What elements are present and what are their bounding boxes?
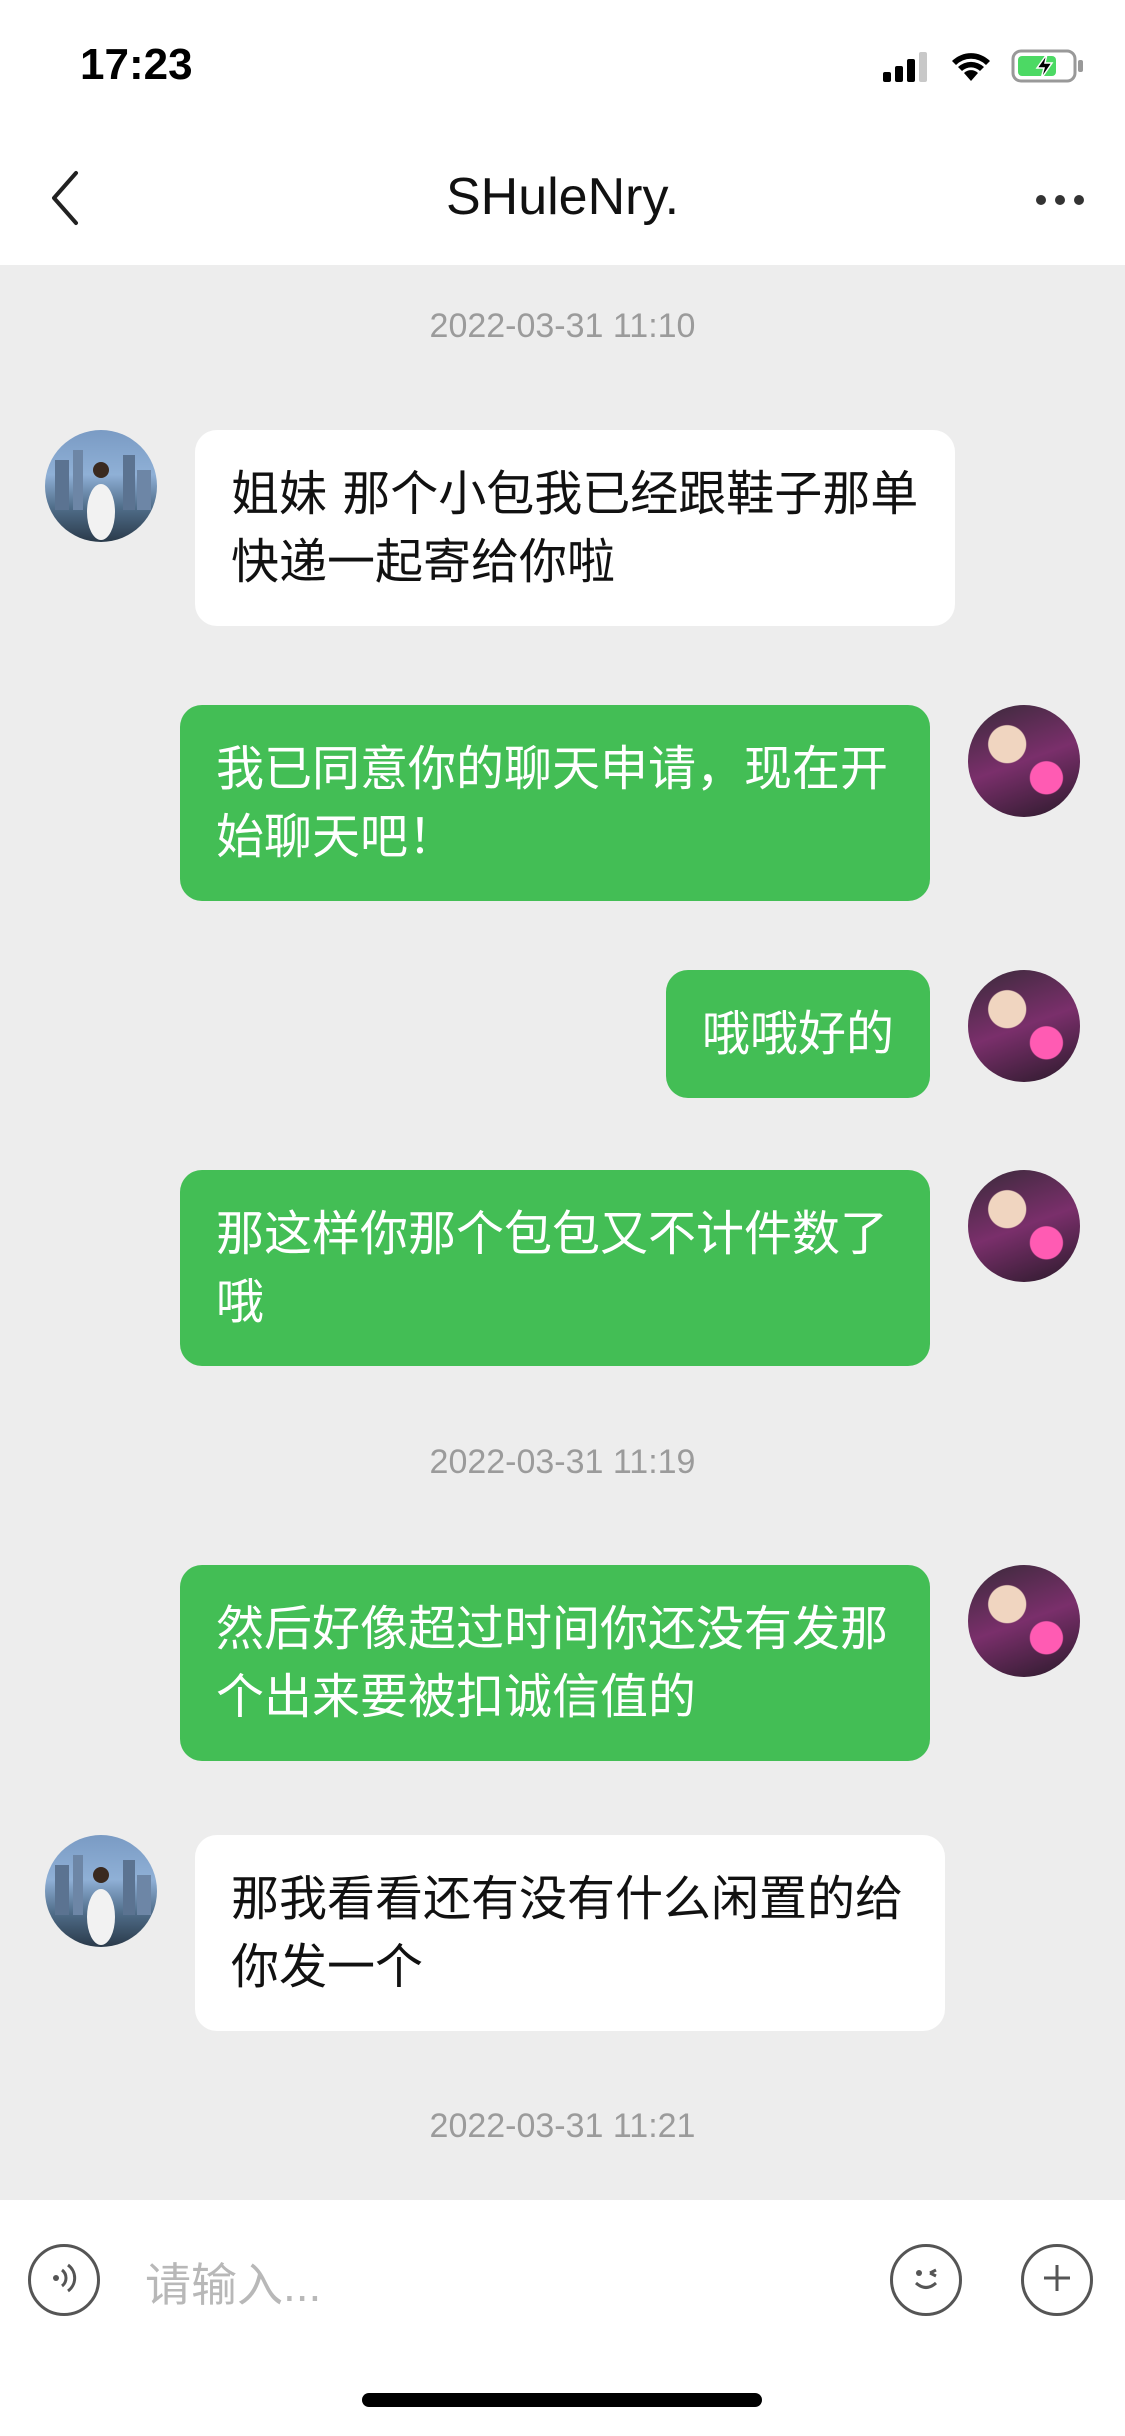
message-bubble-incoming[interactable]: 那我看看还有没有什么闲置的给你发一个	[195, 1835, 945, 2031]
nav-bar: SHuleNry.	[0, 135, 1125, 265]
avatar-image	[55, 450, 151, 540]
more-dots-icon	[1035, 191, 1085, 210]
timestamp: 2022-03-31 11:19	[429, 1443, 696, 1481]
battery-charging-icon	[1011, 48, 1085, 88]
wifi-icon	[949, 49, 993, 87]
status-icons	[883, 48, 1085, 88]
add-button[interactable]	[1021, 2244, 1093, 2316]
avatar-image	[55, 1855, 151, 1945]
chat-area[interactable]: 2022-03-31 11:10 姐妹 那个小包我已经跟鞋子那单快递一起寄给你啦…	[0, 265, 1125, 2200]
timestamp: 2022-03-31 11:21	[429, 2107, 696, 2145]
voice-icon	[46, 2260, 82, 2300]
plus-icon	[1040, 2261, 1074, 2299]
home-indicator	[362, 2393, 762, 2407]
message-bubble-outgoing[interactable]: 我已同意你的聊天申请，现在开始聊天吧！	[180, 705, 930, 901]
status-time: 17:23	[80, 40, 193, 89]
message-bubble-outgoing[interactable]: 哦哦好的	[665, 970, 930, 1098]
voice-button[interactable]	[28, 2244, 100, 2316]
status-bar: 17:23	[0, 0, 1125, 135]
contact-avatar[interactable]	[45, 430, 157, 542]
emoji-icon	[906, 2258, 946, 2302]
message-bubble-outgoing[interactable]: 那这样你那个包包又不计件数了哦	[180, 1170, 930, 1366]
chat-title: SHuleNry.	[445, 168, 680, 226]
my-avatar[interactable]	[968, 1565, 1080, 1677]
my-avatar[interactable]	[968, 970, 1080, 1082]
signal-icon	[883, 50, 931, 86]
message-bubble-outgoing[interactable]: 然后好像超过时间你还没有发那个出来要被扣诚信值的	[180, 1565, 930, 1761]
message-bubble-incoming[interactable]: 姐妹 那个小包我已经跟鞋子那单快递一起寄给你啦	[195, 430, 955, 626]
more-button[interactable]	[1025, 170, 1095, 230]
contact-avatar[interactable]	[45, 1835, 157, 1947]
my-avatar[interactable]	[968, 1170, 1080, 1282]
emoji-button[interactable]	[890, 2244, 962, 2316]
timestamp: 2022-03-31 11:10	[429, 307, 696, 345]
my-avatar[interactable]	[968, 705, 1080, 817]
message-input[interactable]: 请输入...	[145, 2240, 845, 2330]
